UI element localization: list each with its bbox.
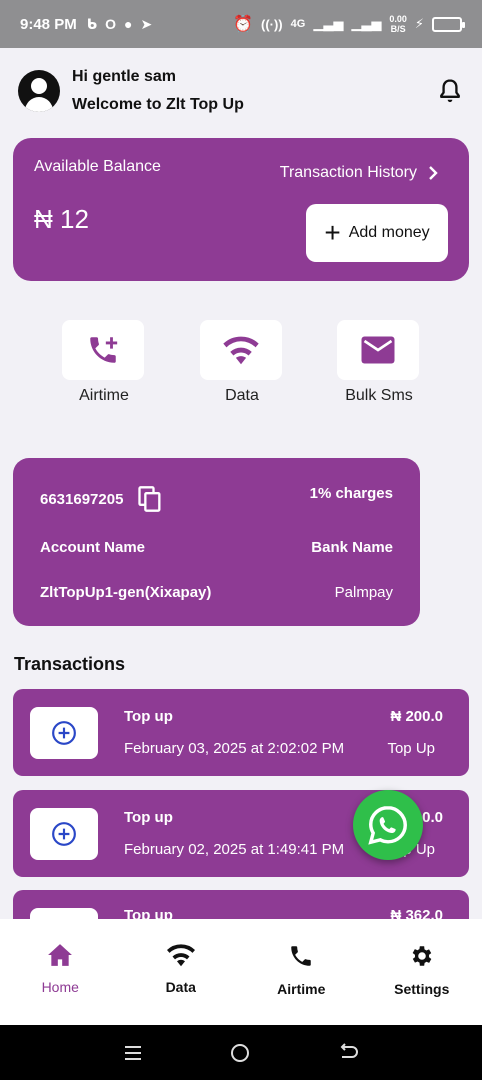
- account-card: 6631697205 1% charges Account Name Bank …: [13, 458, 420, 626]
- alarm-icon: ⏰: [233, 16, 253, 33]
- bank-name-label: Bank Name: [311, 539, 393, 556]
- service-bulk-sms-label: Bulk Sms: [345, 387, 413, 404]
- transactions-title: Transactions: [14, 654, 126, 674]
- transaction-amount: ₦ 200.0: [390, 708, 443, 725]
- transaction-icon-box: [30, 707, 98, 759]
- speed-unit: B/S: [390, 24, 406, 34]
- balance-label: Available Balance: [34, 158, 161, 175]
- transaction-item[interactable]: Top up ₦ 362.0: [13, 890, 469, 919]
- nav-home-label: Home: [41, 979, 79, 995]
- home-circle-icon[interactable]: [229, 1042, 251, 1064]
- nav-settings[interactable]: Settings: [362, 919, 482, 1025]
- mail-icon: [361, 336, 395, 364]
- service-data[interactable]: Data: [200, 320, 284, 405]
- account-number-row: 6631697205: [40, 485, 163, 513]
- nav-home[interactable]: Home: [0, 919, 121, 1025]
- whatsapp-button[interactable]: [353, 790, 423, 860]
- greeting-text: Hi gentle sam: [72, 68, 177, 85]
- transaction-title: Top up: [124, 907, 173, 919]
- service-airtime-label: Airtime: [79, 387, 129, 404]
- home-icon: [48, 944, 73, 966]
- welcome-text: Welcome to Zlt Top Up: [72, 96, 244, 113]
- chat-icon: ●: [124, 15, 133, 32]
- add-money-button[interactable]: + Add money: [306, 204, 448, 262]
- balance-value: ₦ 12: [34, 204, 89, 234]
- notification-icons: ᑲ O ● ➤: [87, 16, 153, 33]
- avatar[interactable]: [18, 70, 60, 112]
- transaction-title: Top up: [124, 809, 173, 826]
- gear-icon: [412, 946, 432, 966]
- system-nav-bar: [0, 1025, 482, 1080]
- network-label: 4G: [290, 18, 306, 30]
- transaction-kind: Top Up: [387, 740, 435, 757]
- service-airtime[interactable]: Airtime: [62, 320, 146, 405]
- transaction-history-label: Transaction History: [279, 164, 417, 181]
- menu-icon[interactable]: [123, 1044, 143, 1062]
- chevron-right-icon: [429, 166, 438, 180]
- nav-data-label: Data: [165, 979, 196, 995]
- whatsapp-icon: [368, 806, 407, 845]
- copy-icon[interactable]: [137, 485, 163, 513]
- charging-icon: ⚡: [414, 16, 424, 31]
- transaction-title: Top up: [124, 708, 173, 725]
- add-money-label: Add money: [348, 224, 430, 241]
- service-bulk-sms[interactable]: Bulk Sms: [337, 320, 421, 405]
- telegram-icon: ➤: [140, 15, 153, 32]
- phone-plus-icon: [90, 337, 118, 363]
- add-circle-icon: [52, 822, 76, 846]
- account-number: 6631697205: [40, 490, 124, 508]
- account-name-value: ZltTopUp1-gen(Xixapay): [40, 584, 212, 601]
- service-data-label: Data: [225, 387, 259, 404]
- signal-icon: ▁▃▅: [313, 16, 344, 31]
- balance-card: Available Balance ₦ 12 Transaction Histo…: [13, 138, 469, 281]
- phone-icon: [291, 946, 311, 966]
- speed-value: 0.00: [389, 14, 407, 24]
- nav-airtime[interactable]: Airtime: [241, 919, 362, 1025]
- transaction-item[interactable]: Top up February 03, 2025 at 2:02:02 PM ₦…: [13, 689, 469, 776]
- b-icon: ᑲ: [86, 15, 98, 32]
- status-right: ⏰ ((·)) 4G ▁▃▅ ▁▃▅ 0.00 B/S ⚡: [233, 14, 465, 34]
- greeting-block: Hi gentle sam Welcome to Zlt Top Up: [72, 63, 244, 119]
- service-data-box[interactable]: [200, 320, 282, 380]
- transaction-date: February 03, 2025 at 2:02:02 PM: [124, 740, 345, 757]
- wifi-icon: [223, 336, 259, 365]
- status-time: 9:48 PM: [20, 15, 77, 33]
- signal-icon-2: ▁▃▅: [351, 16, 382, 31]
- bank-name-value: Palmpay: [334, 584, 393, 601]
- transaction-icon-box: [30, 908, 98, 919]
- battery-icon: [432, 16, 465, 32]
- back-icon[interactable]: [337, 1042, 359, 1063]
- header: Hi gentle sam Welcome to Zlt Top Up: [0, 48, 482, 134]
- transaction-icon-box: [30, 808, 98, 860]
- speed-readout: 0.00 B/S: [389, 14, 407, 34]
- bottom-nav: Home Data Airtime Settings: [0, 919, 482, 1025]
- status-bar: 9:48 PM ᑲ O ● ➤ ⏰ ((·)) 4G ▁▃▅ ▁▃▅ 0.00 …: [0, 0, 482, 48]
- bell-icon[interactable]: [436, 77, 464, 105]
- wifi-icon: [166, 944, 195, 967]
- nav-data[interactable]: Data: [121, 919, 242, 1025]
- nav-airtime-label: Airtime: [277, 981, 326, 997]
- transaction-history-link[interactable]: Transaction History: [280, 164, 439, 182]
- account-name-label: Account Name: [40, 539, 146, 556]
- service-bulk-sms-box[interactable]: [337, 320, 419, 380]
- hotspot-icon: ((·)): [260, 16, 283, 32]
- o-icon: O: [105, 15, 116, 32]
- charges-text: 1% charges: [309, 485, 393, 502]
- transaction-amount: ₦ 362.0: [390, 907, 443, 919]
- nav-settings-label: Settings: [394, 981, 450, 997]
- plus-icon: +: [324, 217, 341, 248]
- add-circle-icon: [52, 721, 76, 745]
- transaction-date: February 02, 2025 at 1:49:41 PM: [124, 841, 345, 858]
- service-airtime-box[interactable]: [62, 320, 144, 380]
